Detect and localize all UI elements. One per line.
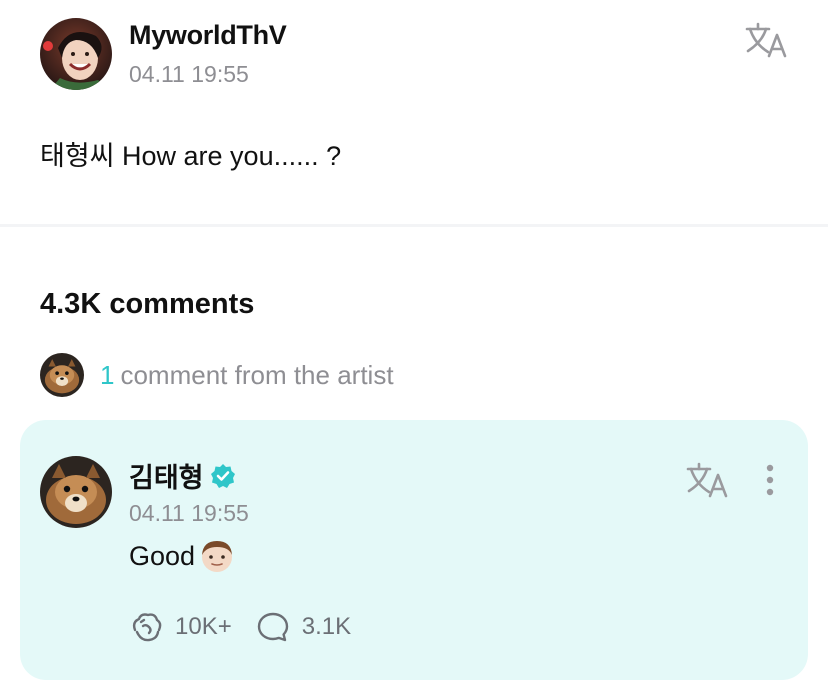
like-button[interactable]: 10K+	[129, 610, 232, 644]
translate-icon[interactable]	[743, 20, 789, 60]
artist-mini-avatar	[40, 353, 84, 397]
comments-count-heading: 4.3K comments	[40, 288, 255, 320]
post-author-name[interactable]: MyworldThV	[129, 20, 287, 51]
reply-count: 3.1K	[301, 613, 352, 640]
boy-face-emoji	[202, 541, 233, 572]
more-vertical-icon[interactable]	[758, 462, 782, 498]
artist-comment-card[interactable]: 김태형 04.11 19:55 Good 10K+ 3.1K	[20, 420, 808, 680]
translate-icon[interactable]	[684, 460, 730, 500]
like-count: 10K+	[175, 613, 232, 640]
comment-author-avatar[interactable]	[40, 456, 112, 528]
comment-author-name[interactable]: 김태형	[129, 456, 204, 495]
post-author-avatar[interactable]	[40, 18, 112, 90]
verified-badge-icon	[210, 463, 235, 488]
comment-bubble-icon	[257, 612, 288, 642]
artist-comment-summary[interactable]: 1 comment from the artist	[40, 353, 394, 397]
comment-timestamp: 04.11 19:55	[129, 500, 249, 526]
post-timestamp: 04.11 19:55	[129, 61, 249, 87]
reply-button[interactable]: 3.1K	[256, 610, 351, 644]
artist-comment-count: 1	[100, 359, 115, 390]
artist-comment-label: comment from the artist	[120, 359, 394, 390]
like-icon	[132, 613, 162, 642]
comment-body-text: Good	[129, 540, 196, 571]
post-body-text: 태형씨 How are you...... ?	[40, 141, 342, 171]
section-divider	[0, 224, 828, 227]
